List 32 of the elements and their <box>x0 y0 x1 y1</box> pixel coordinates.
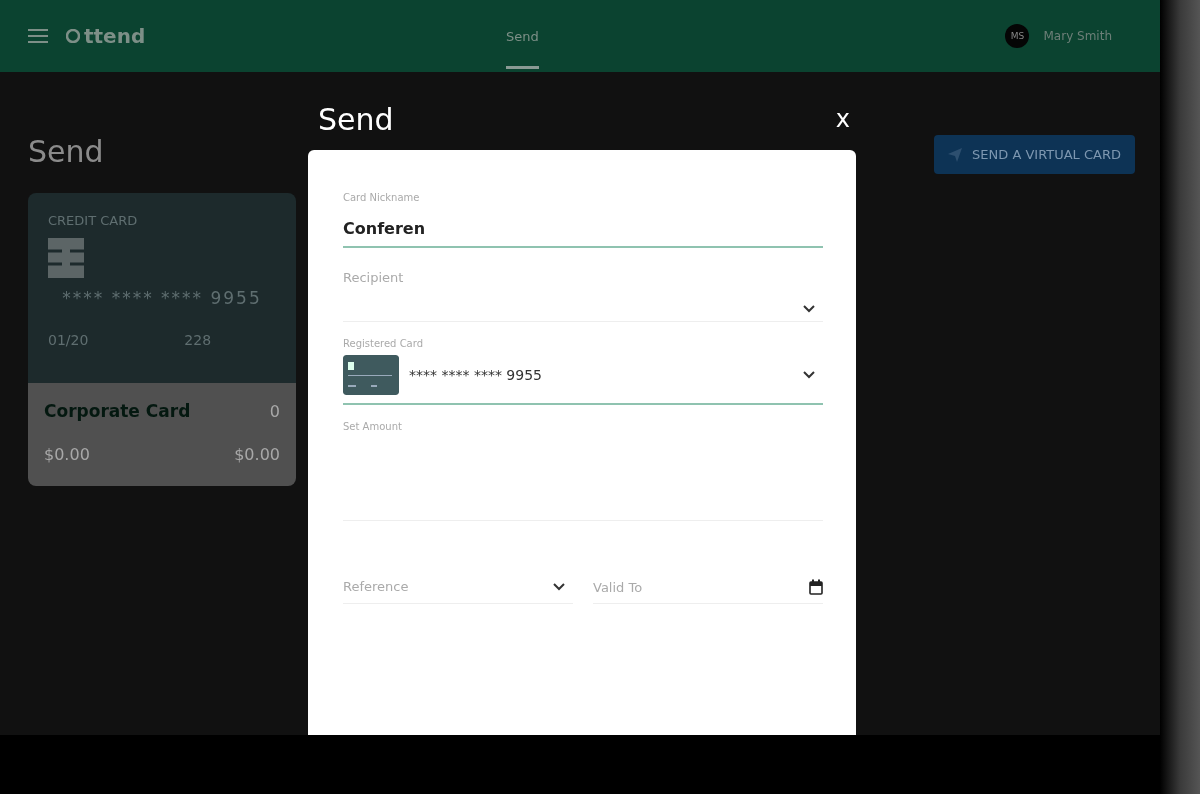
chevron-down-icon[interactable] <box>803 371 815 379</box>
reference-select[interactable]: Reference <box>343 579 573 604</box>
card-name: Corporate Card <box>44 401 191 421</box>
amount-field[interactable]: Set Amount <box>343 421 823 521</box>
card-expiry: 01/20 <box>48 332 89 348</box>
menu-icon[interactable] <box>28 28 48 44</box>
chevron-down-icon[interactable] <box>803 305 815 313</box>
dialog-title: Send <box>318 101 394 137</box>
card-select[interactable]: Registered Card **** **** **** 9955 <box>343 338 823 405</box>
nickname-field[interactable]: Card Nickname Conferen <box>343 192 823 248</box>
credit-card[interactable]: CREDIT CARD **** **** **** 9955 01/20 228 <box>28 193 296 383</box>
card-cvv: 228 <box>184 332 212 348</box>
paper-plane-icon <box>948 147 963 162</box>
close-button[interactable]: x <box>829 105 856 133</box>
user-avatar[interactable]: MS <box>1005 24 1030 48</box>
brand-name: ttend <box>84 24 146 48</box>
card-count: 0 <box>269 402 280 421</box>
chip-icon <box>48 238 84 278</box>
recipient-select[interactable]: Recipient <box>343 264 823 322</box>
logo-icon <box>66 29 80 43</box>
card-amount: $0.00 <box>234 445 280 464</box>
nav-tab[interactable]: Send <box>506 3 539 69</box>
user-name[interactable]: Mary Smith <box>1043 29 1112 43</box>
card-thumbnail-icon <box>343 355 399 395</box>
calendar-icon[interactable] <box>809 579 823 595</box>
chevron-down-icon[interactable] <box>553 582 565 591</box>
date-field[interactable]: Valid To <box>593 579 823 604</box>
card-number: **** **** **** 9955 <box>62 288 262 308</box>
page-title: Send <box>28 134 105 169</box>
send-virtual-card-button[interactable]: SEND A VIRTUAL CARD <box>934 135 1135 174</box>
card-type-label: CREDIT CARD <box>48 213 139 228</box>
card-amount: $0.00 <box>44 445 90 464</box>
